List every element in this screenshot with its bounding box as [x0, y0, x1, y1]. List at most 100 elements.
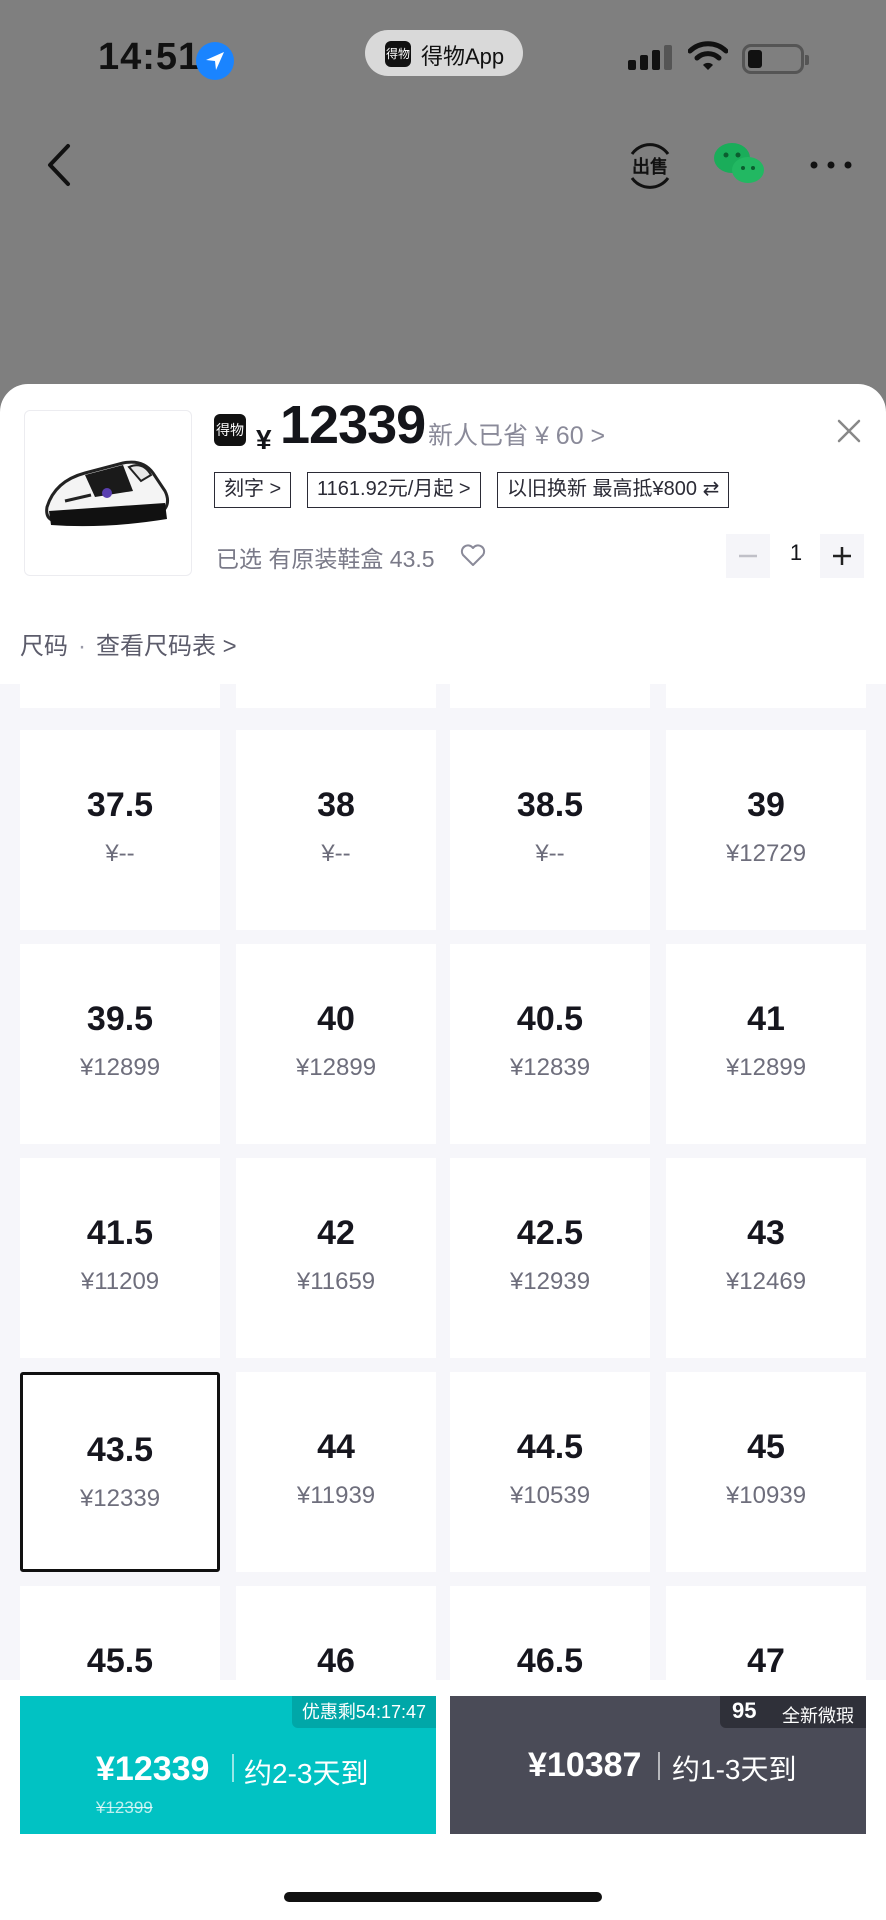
battery-icon — [742, 44, 809, 74]
size-value: 43 — [747, 1214, 785, 1252]
size-price: ¥-- — [321, 840, 351, 867]
size-price: ¥12939 — [509, 1268, 591, 1295]
size-cell[interactable]: 41.5 ¥11209 — [20, 1158, 220, 1358]
size-cell-partial[interactable] — [236, 684, 436, 708]
installment-tag[interactable]: 1161.92元/月起 > — [307, 472, 481, 508]
buy-used-button[interactable]: 95 全新微瑕 ¥10387 约1-3天到 — [450, 1696, 866, 1834]
size-value: 44 — [317, 1428, 355, 1466]
buy-fast-price: ¥12339 — [96, 1750, 210, 1788]
price-currency: ¥ — [256, 424, 272, 455]
trade-in-tag[interactable]: 以旧换新 最高抵¥800 ⇄ — [497, 472, 730, 508]
size-price: ¥10939 — [725, 1482, 807, 1509]
size-cell[interactable]: 38 ¥-- — [236, 730, 436, 930]
size-price: ¥11659 — [296, 1268, 376, 1295]
divider — [232, 1754, 234, 1782]
close-icon[interactable] — [836, 418, 862, 444]
size-value: 46 — [317, 1642, 355, 1680]
engraving-tag[interactable]: 刻字 > — [214, 472, 292, 508]
status-bar: 14:51 得物 得物App — [0, 0, 886, 120]
size-cell[interactable]: 37.5 ¥-- — [20, 730, 220, 930]
size-cell[interactable]: 46 — [236, 1586, 436, 1684]
selected-summary: 已选 有原装鞋盒 43.5 — [216, 546, 435, 572]
size-cell[interactable]: 45 ¥10939 — [666, 1372, 866, 1572]
size-value: 39 — [747, 786, 785, 824]
size-chart-link[interactable]: 查看尺码表 > — [96, 633, 237, 660]
size-cell[interactable]: 42 ¥11659 — [236, 1158, 436, 1358]
size-cell[interactable]: 38.5 ¥-- — [450, 730, 650, 930]
size-price: ¥12839 — [509, 1054, 591, 1081]
size-cell-partial[interactable] — [666, 684, 866, 708]
condition-badge: 95 全新微瑕 — [720, 1696, 866, 1728]
size-value: 45 — [747, 1428, 785, 1466]
size-cell[interactable]: 39 ¥12729 — [666, 730, 866, 930]
size-price: ¥11209 — [80, 1268, 160, 1295]
app-name: 得物App — [421, 44, 505, 69]
size-price: ¥12729 — [725, 840, 807, 867]
size-cell[interactable]: 41 ¥12899 — [666, 944, 866, 1144]
app-logo-icon: 得物 — [385, 41, 411, 67]
app-switch-pill[interactable]: 得物 得物App — [365, 30, 523, 76]
quantity-decrease-button[interactable] — [726, 534, 770, 578]
size-cell[interactable]: 39.5 ¥12899 — [20, 944, 220, 1144]
svg-text:出售: 出售 — [632, 156, 668, 178]
divider — [658, 1752, 660, 1780]
back-icon[interactable] — [40, 140, 80, 190]
size-price: ¥12339 — [79, 1485, 161, 1512]
size-cell[interactable]: 47 — [666, 1586, 866, 1684]
size-price: ¥-- — [535, 840, 565, 867]
size-price: ¥10539 — [509, 1482, 591, 1509]
size-price: ¥12469 — [725, 1268, 807, 1295]
size-cell-partial[interactable] — [20, 684, 220, 708]
size-label: 尺码 — [20, 633, 68, 660]
size-value: 41.5 — [86, 1214, 154, 1252]
wechat-icon[interactable] — [712, 140, 766, 190]
size-cell[interactable]: 42.5 ¥12939 — [450, 1158, 650, 1358]
sell-icon[interactable]: 出售 — [626, 142, 674, 190]
size-value: 43.5 — [86, 1431, 154, 1469]
promo-countdown: 优惠剩54:17:47 — [291, 1696, 436, 1728]
size-cell-partial[interactable] — [450, 684, 650, 708]
more-icon[interactable] — [806, 150, 856, 180]
size-price: ¥12899 — [295, 1054, 377, 1081]
size-value: 46.5 — [516, 1642, 584, 1680]
plus-icon — [833, 547, 851, 565]
size-cell[interactable]: 45.5 — [20, 1586, 220, 1684]
original-price: ¥12399 — [96, 1798, 153, 1817]
badge-number: 95 — [732, 1698, 757, 1723]
badge-text: 全新微瑕 — [782, 1706, 854, 1726]
size-cell-selected[interactable]: 43.5 ¥12339 — [20, 1372, 220, 1572]
heart-icon[interactable] — [460, 544, 486, 568]
size-value: 38.5 — [516, 786, 584, 824]
quantity-value: 1 — [789, 540, 803, 565]
size-cell[interactable]: 40.5 ¥12839 — [450, 944, 650, 1144]
product-thumbnail[interactable] — [24, 410, 192, 576]
size-value: 40.5 — [516, 1000, 584, 1038]
size-cell[interactable]: 44 ¥11939 — [236, 1372, 436, 1572]
size-cell[interactable]: 46.5 — [450, 1586, 650, 1684]
quantity-increase-button[interactable] — [820, 534, 864, 578]
sneaker-image — [45, 460, 170, 527]
size-cell[interactable]: 43 ¥12469 — [666, 1158, 866, 1358]
size-value: 47 — [747, 1642, 785, 1680]
size-value: 42 — [317, 1214, 355, 1252]
buy-fast-button[interactable]: 优惠剩54:17:47 ¥12339 约2-3天到 ¥12399 — [20, 1696, 436, 1834]
dewu-logo-icon: 得物 — [214, 414, 246, 446]
minus-icon — [739, 554, 757, 558]
status-time: 14:51 — [98, 36, 201, 78]
size-value: 37.5 — [86, 786, 154, 824]
size-header: 尺码 · 查看尺码表 > — [20, 626, 237, 661]
size-value: 44.5 — [516, 1428, 584, 1466]
buy-used-price: ¥10387 — [528, 1746, 642, 1784]
new-user-saving-link[interactable]: 新人已省 ¥ 60 > — [428, 416, 605, 452]
size-cell[interactable]: 44.5 ¥10539 — [450, 1372, 650, 1572]
wifi-icon — [688, 41, 728, 70]
current-price: 12339 — [280, 395, 426, 455]
size-price: ¥12899 — [79, 1054, 161, 1081]
size-cell[interactable]: 40 ¥12899 — [236, 944, 436, 1144]
size-grid: 37.5 ¥-- 38 ¥-- 38.5 ¥-- 39 ¥12729 39.5 ¥12899 40 ¥… — [0, 684, 886, 1684]
size-value: 38 — [317, 786, 355, 824]
size-value: 45.5 — [86, 1642, 154, 1680]
size-value: 42.5 — [516, 1214, 584, 1252]
buy-used-delivery: 约1-3天到 — [672, 1754, 797, 1785]
size-price: ¥-- — [105, 840, 135, 867]
